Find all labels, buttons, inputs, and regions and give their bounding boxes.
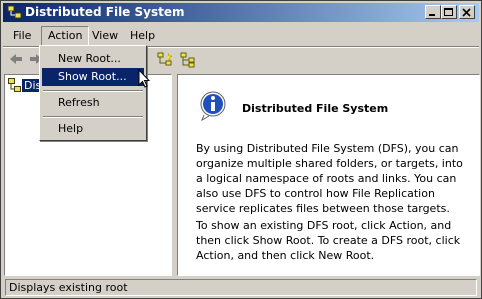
menu-item-refresh[interactable]: Refresh: [42, 94, 144, 112]
close-button[interactable]: [459, 5, 475, 19]
dropdown-separator-2: [43, 116, 143, 118]
menu-action[interactable]: Action: [41, 26, 90, 46]
new-root-tool-button[interactable]: [155, 51, 175, 69]
content-heading: Distributed File System: [242, 102, 389, 115]
show-root-icon: [180, 52, 195, 68]
dfs-root-icon: [8, 78, 21, 92]
back-arrow-icon: [10, 54, 22, 64]
content-pane: Distributed File System By using Distrib…: [177, 74, 480, 276]
mouse-cursor-icon: [138, 69, 150, 88]
menu-bar: File Action View Help: [3, 26, 479, 46]
menu-view[interactable]: View: [86, 26, 124, 46]
show-root-tool-button[interactable]: [178, 51, 198, 69]
dfs-app-icon: [7, 5, 22, 19]
title-bar[interactable]: Distributed File System: [3, 3, 479, 22]
maximize-icon: [444, 8, 453, 16]
dropdown-separator: [43, 90, 143, 92]
window-title: Distributed File System: [25, 5, 185, 19]
action-dropdown-menu: New Root... Show Root... Refresh Help: [39, 45, 147, 141]
menu-file[interactable]: File: [7, 26, 37, 46]
app-window: Distributed File System File Action View…: [0, 0, 482, 299]
menu-item-new-root[interactable]: New Root...: [42, 50, 144, 68]
menu-item-help[interactable]: Help: [42, 120, 144, 138]
maximize-button[interactable]: [441, 5, 457, 19]
content-paragraph-instructions: To show an existing DFS root, click Acti…: [196, 219, 461, 262]
content-paragraph-intro: By using Distributed File System (DFS), …: [196, 142, 463, 215]
minimize-button[interactable]: [425, 5, 441, 19]
tree-root-item[interactable]: Dis: [8, 78, 44, 94]
back-button[interactable]: [6, 51, 26, 69]
close-icon: [462, 8, 471, 17]
minimize-icon: [429, 14, 435, 16]
status-text: Displays existing root: [5, 279, 477, 296]
new-root-icon: [157, 52, 173, 66]
info-icon: [200, 91, 226, 121]
menu-help[interactable]: Help: [124, 26, 161, 46]
status-bar: Displays existing root: [3, 279, 479, 297]
menu-item-show-root[interactable]: Show Root...: [42, 68, 144, 86]
